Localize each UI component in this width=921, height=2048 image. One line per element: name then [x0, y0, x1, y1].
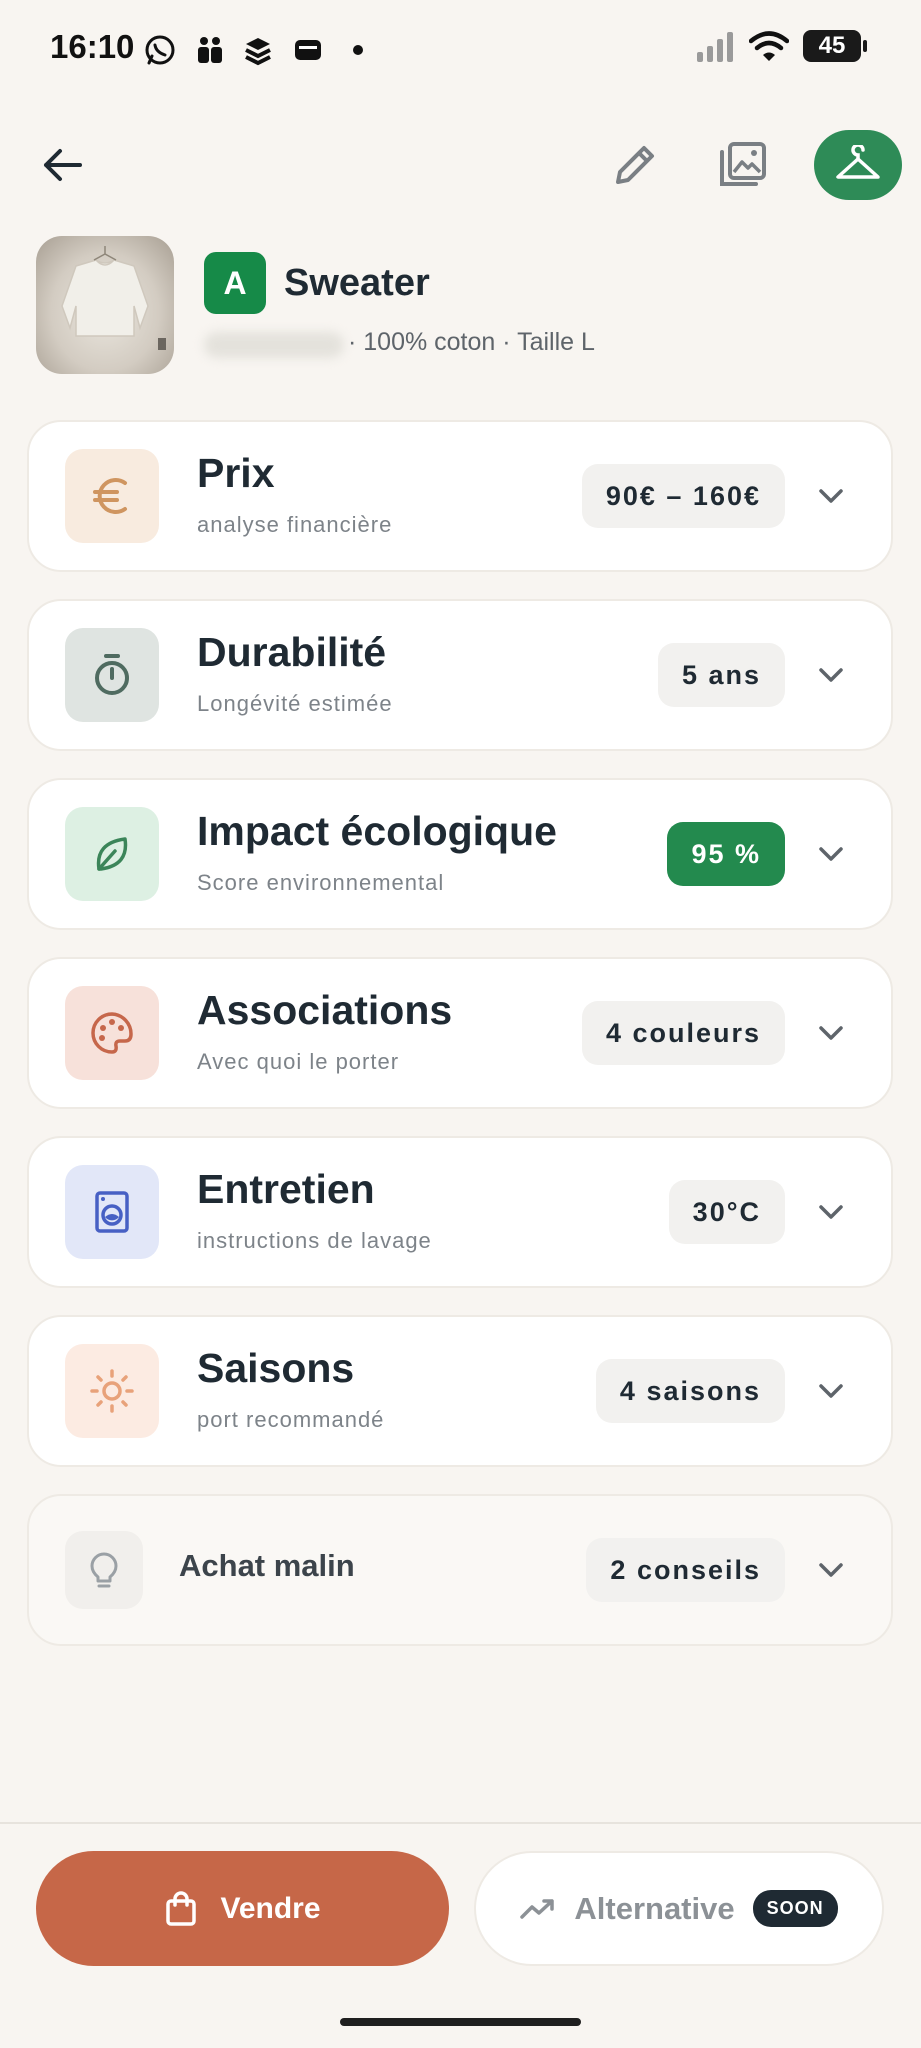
card-value: 90€ – 160€	[581, 464, 785, 528]
product-meta: · 100% coton · Taille L	[348, 328, 595, 356]
card-saisons[interactable]: Saisons port recommandé 4 saisons	[27, 1315, 893, 1467]
washing-machine-icon	[95, 1191, 129, 1233]
product-name: Sweater	[284, 262, 430, 304]
card-value: 95 %	[667, 822, 785, 886]
chevron-down-icon[interactable]	[815, 480, 847, 512]
card-icon-wrap	[65, 1344, 159, 1438]
card-value: 30°C	[668, 1180, 785, 1244]
product-header: A Sweater · 100% coton · Taille L	[36, 236, 896, 376]
status-bar: 16:10 45	[0, 0, 921, 100]
card-value: 4 couleurs	[581, 1001, 785, 1065]
card-subtitle: instructions de lavage	[197, 1228, 432, 1253]
card-achat-malin[interactable]: Achat malin 2 conseils	[27, 1494, 893, 1646]
leaf-icon	[96, 837, 128, 871]
sell-button[interactable]: Vendre	[36, 1851, 449, 1966]
card-value: 2 conseils	[586, 1538, 785, 1602]
alternative-label: Alternative	[574, 1890, 735, 1926]
top-bar	[0, 120, 921, 210]
card-title: Entretien	[197, 1166, 375, 1212]
lightbulb-icon	[90, 1552, 118, 1588]
palette-icon	[91, 1012, 133, 1054]
eco-grade-badge: A	[204, 252, 266, 314]
chevron-down-icon[interactable]	[815, 1196, 847, 1228]
brand-redacted	[204, 332, 344, 358]
card-value: 5 ans	[657, 643, 785, 707]
status-time: 16:10	[50, 28, 135, 65]
soon-badge: SOON	[752, 1890, 838, 1927]
card-subtitle: Score environnemental	[197, 870, 445, 895]
back-arrow-icon[interactable]	[36, 138, 90, 192]
signal-icon	[697, 32, 733, 62]
card-title: Achat malin	[179, 1548, 355, 1583]
card-subtitle: port recommandé	[197, 1407, 385, 1432]
chevron-down-icon[interactable]	[815, 659, 847, 691]
dot-icon	[353, 45, 363, 55]
card-subtitle: Avec quoi le porter	[197, 1049, 400, 1074]
battery-icon: 45	[803, 30, 867, 62]
card-title: Associations	[197, 987, 453, 1033]
wallet-icon	[295, 40, 321, 60]
card-icon-wrap	[65, 449, 159, 543]
card-title: Impact écologique	[197, 808, 557, 854]
euro-icon	[93, 478, 127, 514]
wifi-icon	[749, 31, 789, 61]
home-indicator[interactable]	[340, 2018, 581, 2026]
card-icon-wrap	[65, 1165, 159, 1259]
timer-icon	[95, 654, 129, 695]
card-icon-wrap	[65, 807, 159, 901]
bottom-divider	[0, 1822, 921, 1824]
battery-level: 45	[818, 32, 846, 59]
pencil-icon[interactable]	[608, 138, 662, 192]
card-prix[interactable]: Prix analyse financière 90€ – 160€	[27, 420, 893, 572]
card-subtitle: Longévité estimée	[197, 691, 393, 716]
hanger-icon	[836, 145, 880, 179]
chevron-down-icon[interactable]	[815, 1554, 847, 1586]
card-impact-ecologique[interactable]: Impact écologique Score environnemental …	[27, 778, 893, 930]
card-title: Durabilité	[197, 629, 387, 675]
gallery-icon[interactable]	[716, 138, 770, 192]
sun-icon	[90, 1369, 134, 1413]
card-icon-wrap	[65, 628, 159, 722]
card-subtitle: analyse financière	[197, 512, 393, 537]
chevron-down-icon[interactable]	[815, 1017, 847, 1049]
chevron-down-icon[interactable]	[815, 838, 847, 870]
sweater-image	[61, 246, 166, 350]
shopping-bag-icon	[166, 1890, 197, 1926]
card-entretien[interactable]: Entretien instructions de lavage 30°C	[27, 1136, 893, 1288]
alternative-button[interactable]: Alternative SOON	[474, 1851, 884, 1966]
card-associations[interactable]: Associations Avec quoi le porter 4 coule…	[27, 957, 893, 1109]
whatsapp-icon	[145, 35, 175, 65]
card-icon-wrap	[65, 986, 159, 1080]
card-durabilite[interactable]: Durabilité Longévité estimée 5 ans	[27, 599, 893, 751]
stack-icon	[245, 38, 271, 66]
trending-up-icon	[520, 1898, 555, 1919]
card-value: 4 saisons	[595, 1359, 785, 1423]
teams-icon	[198, 37, 222, 63]
chevron-down-icon[interactable]	[815, 1375, 847, 1407]
product-photo[interactable]	[36, 236, 174, 374]
card-icon-wrap	[65, 1531, 143, 1609]
wardrobe-button[interactable]	[814, 130, 902, 200]
sell-label: Vendre	[220, 1891, 321, 1925]
card-title: Saisons	[197, 1345, 355, 1391]
card-title: Prix	[197, 450, 275, 496]
